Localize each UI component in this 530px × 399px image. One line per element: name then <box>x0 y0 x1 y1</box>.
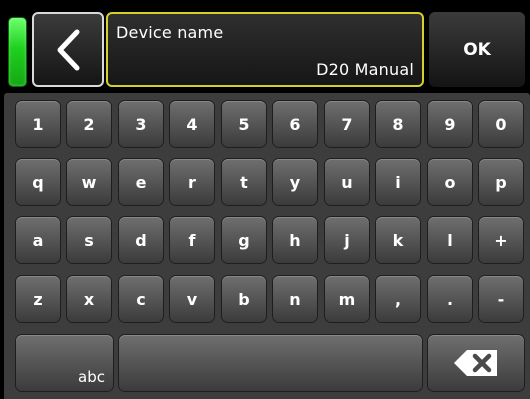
key-2[interactable]: 2 <box>67 101 111 147</box>
key-r[interactable]: r <box>170 159 214 205</box>
keyboard-screen: Device name D20 Manual OK 1 2 3 4 5 6 7 … <box>0 0 530 399</box>
status-indicator <box>8 17 27 87</box>
key-s[interactable]: s <box>67 217 111 263</box>
key-w[interactable]: w <box>67 159 111 205</box>
key-i[interactable]: i <box>376 159 420 205</box>
key-g[interactable]: g <box>222 217 266 263</box>
key-t[interactable]: t <box>222 159 266 205</box>
key-0[interactable]: 0 <box>479 101 523 147</box>
key-9[interactable]: 9 <box>428 101 472 147</box>
key-6[interactable]: 6 <box>273 101 317 147</box>
key-k[interactable]: k <box>376 217 420 263</box>
on-screen-keyboard: 1 2 3 4 5 6 7 8 9 0 q w e r t y u i o p … <box>4 93 530 399</box>
key-y[interactable]: y <box>273 159 317 205</box>
key-q[interactable]: q <box>16 159 60 205</box>
ok-button[interactable]: OK <box>429 12 525 87</box>
key-d[interactable]: d <box>119 217 163 263</box>
key-period[interactable]: . <box>428 276 472 322</box>
key-v[interactable]: v <box>170 276 214 322</box>
key-comma[interactable]: , <box>376 276 420 322</box>
key-n[interactable]: n <box>273 276 317 322</box>
backspace-icon <box>454 350 497 376</box>
key-x[interactable]: x <box>67 276 111 322</box>
key-l[interactable]: l <box>428 217 472 263</box>
field-value: D20 Manual <box>316 60 414 79</box>
key-z[interactable]: z <box>16 276 60 322</box>
key-plus[interactable]: + <box>479 217 523 263</box>
key-j[interactable]: j <box>325 217 369 263</box>
key-e[interactable]: e <box>119 159 163 205</box>
key-a[interactable]: a <box>16 217 60 263</box>
key-f[interactable]: f <box>170 217 214 263</box>
chevron-left-icon <box>57 29 80 70</box>
key-m[interactable]: m <box>325 276 369 322</box>
key-u[interactable]: u <box>325 159 369 205</box>
key-minus[interactable]: - <box>479 276 523 322</box>
key-3[interactable]: 3 <box>119 101 163 147</box>
backspace-button[interactable] <box>428 335 524 391</box>
device-name-field[interactable]: Device name D20 Manual <box>106 12 424 87</box>
key-c[interactable]: c <box>119 276 163 322</box>
key-h[interactable]: h <box>273 217 317 263</box>
space-bar[interactable] <box>119 335 422 391</box>
key-4[interactable]: 4 <box>170 101 214 147</box>
key-o[interactable]: o <box>428 159 472 205</box>
field-label: Device name <box>116 23 224 42</box>
key-1[interactable]: 1 <box>16 101 60 147</box>
key-7[interactable]: 7 <box>325 101 369 147</box>
abc-mode-button[interactable]: abc <box>16 335 113 391</box>
key-p[interactable]: p <box>479 159 523 205</box>
key-b[interactable]: b <box>222 276 266 322</box>
key-5[interactable]: 5 <box>222 101 266 147</box>
back-button[interactable] <box>32 12 104 87</box>
key-8[interactable]: 8 <box>376 101 420 147</box>
